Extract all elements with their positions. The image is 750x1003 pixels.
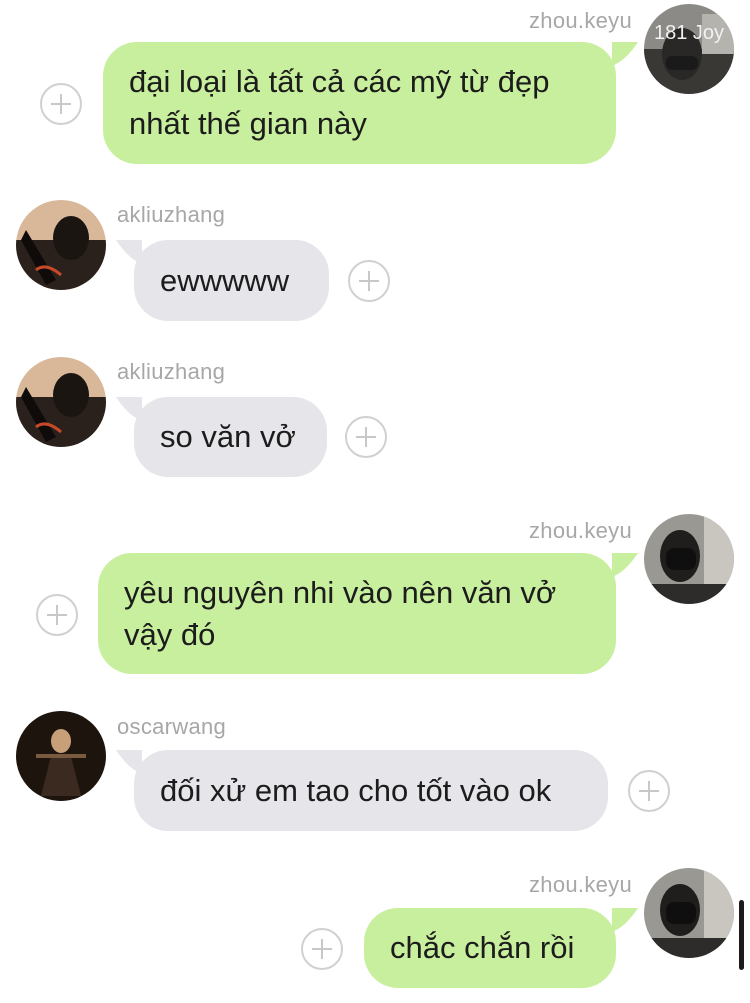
- message-text: đối xử em tao cho tốt vào ok: [160, 772, 552, 808]
- avatar-photo: [644, 514, 734, 604]
- avatar[interactable]: [644, 514, 734, 604]
- avatar-photo: [16, 200, 106, 290]
- add-reaction-button[interactable]: [628, 770, 670, 812]
- avatar-photo: [16, 711, 106, 801]
- avatar-overlay-text: 181 Joy: [654, 22, 725, 44]
- message-bubble[interactable]: ewwwww: [134, 240, 329, 321]
- message-row: oscarwang đối xử em tao cho tốt vào ok: [0, 700, 750, 840]
- avatar[interactable]: [16, 200, 106, 290]
- bubble-tail: [612, 42, 638, 66]
- avatar[interactable]: [16, 711, 106, 801]
- bubble-tail: [612, 553, 638, 577]
- message-bubble[interactable]: yêu nguyên nhi vào nên văn vở vậy đó: [98, 553, 616, 674]
- avatar-photo: [644, 4, 734, 94]
- add-reaction-button[interactable]: [345, 416, 387, 458]
- add-reaction-button[interactable]: [301, 928, 343, 970]
- message-text: đại loại là tất cả các mỹ từ đẹp nhất th…: [129, 64, 550, 141]
- scrollbar[interactable]: [739, 900, 744, 970]
- bubble-tail: [612, 908, 638, 932]
- message-bubble[interactable]: đối xử em tao cho tốt vào ok: [134, 750, 608, 831]
- message-row: zhou.keyu yêu nguyên nhi vào nên văn vở …: [0, 510, 750, 680]
- sender-name: zhou.keyu: [529, 872, 632, 897]
- message-row: akliuzhang so văn vở: [0, 347, 750, 487]
- avatar[interactable]: [16, 357, 106, 447]
- message-row: zhou.keyu chắc chắn rồi: [0, 864, 750, 1003]
- message-row: zhou.keyu 181 Joy đại loại là tất cả các…: [0, 0, 750, 170]
- message-text: chắc chắn rồi: [390, 930, 575, 965]
- avatar[interactable]: 181 Joy: [644, 4, 734, 94]
- sender-name: oscarwang: [117, 714, 227, 739]
- avatar[interactable]: [644, 868, 734, 958]
- sender-name: akliuzhang: [117, 359, 226, 384]
- add-reaction-button[interactable]: [348, 260, 390, 302]
- sender-name: zhou.keyu: [529, 518, 632, 543]
- add-reaction-button[interactable]: [40, 83, 82, 125]
- add-reaction-button[interactable]: [36, 594, 78, 636]
- sender-name: zhou.keyu: [529, 8, 632, 33]
- message-bubble[interactable]: đại loại là tất cả các mỹ từ đẹp nhất th…: [103, 42, 616, 164]
- message-bubble[interactable]: so văn vở: [134, 397, 327, 477]
- message-text: yêu nguyên nhi vào nên văn vở vậy đó: [124, 574, 557, 652]
- sender-name: akliuzhang: [117, 202, 226, 227]
- avatar-photo: [644, 868, 734, 958]
- message-text: ewwwww: [160, 262, 290, 298]
- chat-screen: { "messages": [ { "sender": "zhou.keyu",…: [0, 0, 750, 1003]
- message-text: so văn vở: [160, 419, 296, 454]
- message-bubble[interactable]: chắc chắn rồi: [364, 908, 616, 988]
- message-row: akliuzhang ewwwww: [0, 190, 750, 330]
- avatar-photo: [16, 357, 106, 447]
